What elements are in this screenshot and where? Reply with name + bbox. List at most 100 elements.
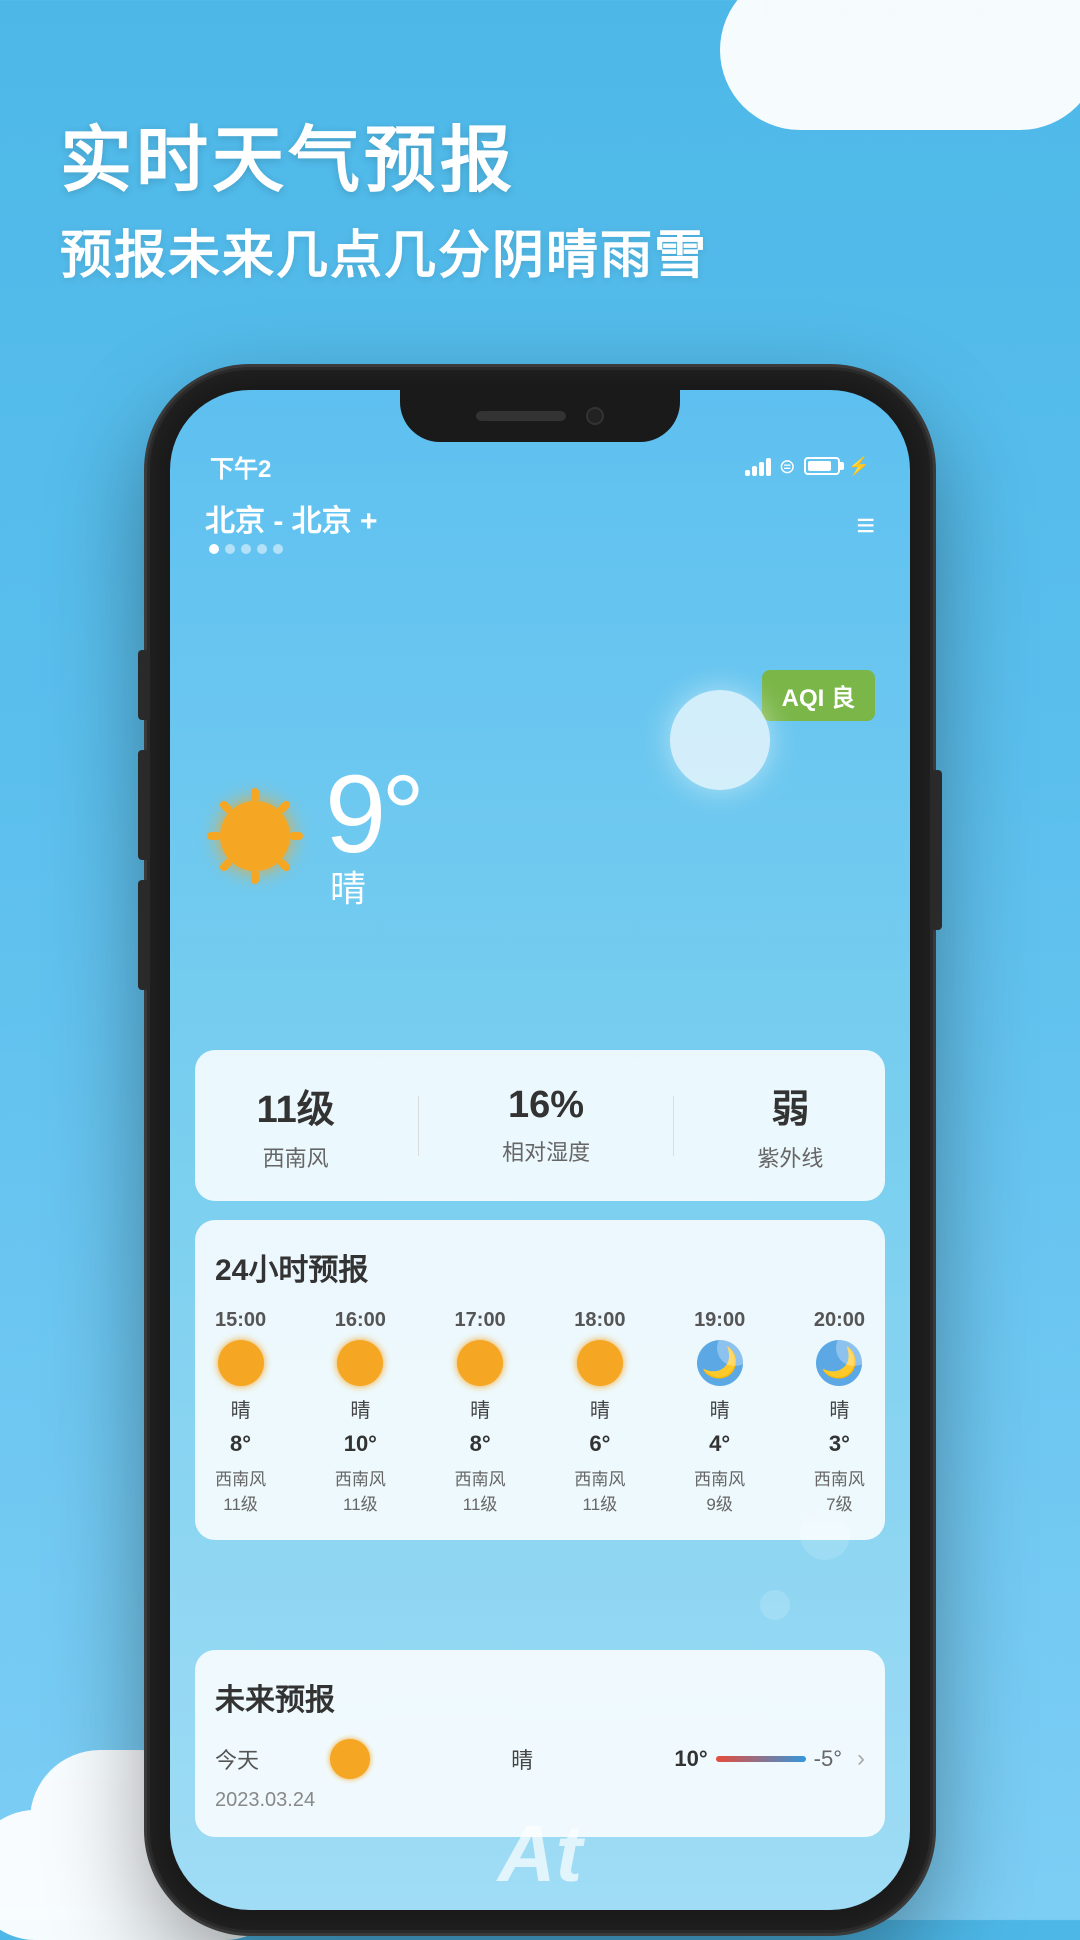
promo-title: 实时天气预报 [60,120,708,203]
hour-icon-6: 🌙 [816,1340,862,1386]
hour-desc-3: 晴 [470,1394,490,1423]
notch-speaker [476,411,566,421]
stat-uv-value: 弱 [771,1078,809,1133]
dot-1 [209,544,219,554]
future-desc-today: 晴 [385,1743,659,1775]
hour-desc-4: 晴 [590,1394,610,1423]
weather-description: 晴 [330,860,420,912]
notch [400,390,680,442]
bottom-at-text: At [498,1808,582,1900]
phone-mockup: 下午2 ⊜ ⚡ [150,370,930,1930]
hour-temp-4: 6° [589,1431,610,1457]
stat-humidity: 16% 相对湿度 [502,1084,590,1167]
aqi-badge[interactable]: AQI 良 [762,670,875,721]
hourly-card-title: 24小时预报 [215,1245,865,1289]
future-row-today: 今天 晴 10° -5° › [215,1739,865,1779]
hour-temp-3: 8° [470,1431,491,1457]
sun-rays-svg [205,786,305,886]
stat-wind-value: 11级 [257,1078,335,1133]
phone-screen: 下午2 ⊜ ⚡ [170,390,910,1910]
hour-wind-1: 西南风11级 [215,1465,266,1515]
stat-uv: 弱 紫外线 [757,1078,823,1173]
hour-wind-5: 西南风9级 [694,1465,745,1515]
hour-icon-2 [337,1340,383,1386]
future-label-today: 今天 [215,1743,315,1775]
side-button-mute [138,650,148,720]
stat-humidity-label: 相对湿度 [502,1135,590,1167]
menu-button[interactable]: ≡ [856,507,875,544]
hour-desc-2: 晴 [350,1394,370,1423]
future-card-title: 未来预报 [215,1675,865,1719]
signal-bar-2 [752,466,757,476]
phone-outer: 下午2 ⊜ ⚡ [150,370,930,1930]
main-weather: 9° 晴 [205,760,420,912]
hour-temp-5: 4° [709,1431,730,1457]
wifi-icon: ⊜ [779,454,796,479]
hour-wind-4: 西南风11级 [574,1465,625,1515]
sun-weather-icon [205,786,305,886]
future-icon-today [330,1739,370,1779]
hour-item-1: 15:00 晴 8° 西南风11级 [215,1309,266,1515]
location-area: 北京 - 北京 + [205,496,378,554]
hour-time-3: 17:00 [455,1309,506,1332]
hour-item-3: 17:00 晴 8° 西南风11级 [455,1309,506,1515]
side-button-vol-down [138,880,148,990]
location-dots [205,544,378,554]
future-temp-bar [716,1756,806,1762]
future-temps-today: 10° -5° [674,1746,842,1772]
signal-bar-3 [759,462,764,476]
promo-area: 实时天气预报 预报未来几点几分阴晴雨雪 [60,120,708,288]
bubble-2 [760,1590,790,1620]
side-button-vol-up [138,750,148,860]
future-temp-min: -5° [814,1746,842,1772]
hourly-row: 15:00 晴 8° 西南风11级 16:00 晴 10° 西南风 [215,1309,865,1515]
stat-wind: 11级 西南风 [257,1078,335,1173]
dot-5 [273,544,283,554]
moon-decoration [670,690,770,790]
dot-4 [257,544,267,554]
hourly-forecast-card: 24小时预报 15:00 晴 8° 西南风11级 16:00 [195,1220,885,1540]
hour-wind-3: 西南风11级 [455,1465,506,1515]
stat-divider-2 [673,1096,674,1156]
temperature-value: 9° [325,760,420,870]
stat-divider-1 [418,1096,419,1156]
hour-item-2: 16:00 晴 10° 西南风11级 [335,1309,386,1515]
dot-2 [225,544,235,554]
charging-icon: ⚡ [848,456,870,477]
battery-fill [808,461,832,471]
hour-icon-4 [577,1340,623,1386]
hour-icon-3 [457,1340,503,1386]
hour-item-5: 19:00 🌙 晴 4° 西南风9级 [694,1309,745,1515]
stat-uv-label: 紫外线 [757,1141,823,1173]
hour-desc-6: 晴 [829,1394,849,1423]
status-icons: ⊜ ⚡ [745,454,870,479]
future-arrow: › [857,1745,865,1773]
battery-icon [804,457,840,475]
signal-bar-1 [745,470,750,476]
hour-temp-2: 10° [344,1431,377,1457]
hour-time-1: 15:00 [215,1309,266,1332]
hour-temp-1: 8° [230,1431,251,1457]
status-bar: 下午2 ⊜ ⚡ [170,442,910,490]
location-name[interactable]: 北京 - 北京 + [205,496,378,540]
cloud-decoration-top-right [720,0,1080,130]
hour-icon-1 [218,1340,264,1386]
stat-humidity-value: 16% [508,1084,584,1127]
signal-icon [745,456,771,476]
hour-item-6: 20:00 🌙 晴 3° 西南风7级 [814,1309,865,1515]
side-button-power [932,770,942,930]
app-content: 北京 - 北京 + ≡ AQI 良 [170,490,910,1910]
signal-bar-4 [766,458,771,476]
hour-desc-1: 晴 [231,1394,251,1423]
stat-wind-label: 西南风 [263,1141,329,1173]
status-time: 下午2 [210,449,271,484]
hour-temp-6: 3° [829,1431,850,1457]
hour-wind-6: 西南风7级 [814,1465,865,1515]
app-topbar: 北京 - 北京 + ≡ [170,490,910,560]
hour-desc-5: 晴 [710,1394,730,1423]
hour-time-6: 20:00 [814,1309,865,1332]
notch-camera [586,407,604,425]
hour-time-4: 18:00 [574,1309,625,1332]
promo-subtitle: 预报未来几点几分阴晴雨雪 [60,213,708,288]
stats-card: 11级 西南风 16% 相对湿度 弱 紫外线 [195,1050,885,1201]
